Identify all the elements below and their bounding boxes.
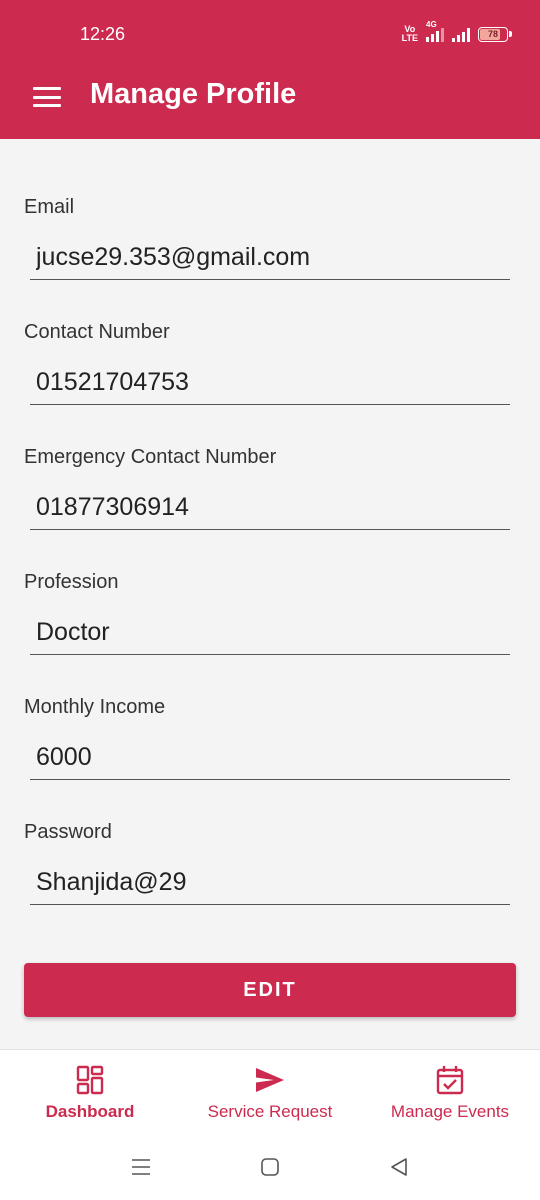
email-label: Email bbox=[24, 196, 75, 218]
contact-number-label: Contact Number bbox=[24, 321, 170, 343]
password-label: Password bbox=[24, 821, 112, 843]
contact-number-field[interactable] bbox=[30, 361, 510, 405]
calendar-check-icon bbox=[436, 1066, 464, 1095]
battery-icon: 78 bbox=[478, 26, 512, 42]
monthly-income-field[interactable] bbox=[30, 736, 510, 780]
email-field[interactable] bbox=[30, 236, 510, 280]
status-icons: Vo LTE 4G 78 bbox=[401, 20, 512, 44]
monthly-income-label: Monthly Income bbox=[24, 696, 166, 718]
signal-icon bbox=[452, 26, 470, 42]
nav-label-manage-events: Manage Events bbox=[390, 1102, 510, 1121]
profession-label: Profession bbox=[24, 571, 119, 593]
volte-icon: Vo LTE bbox=[401, 24, 418, 43]
page-title: Manage Profile bbox=[90, 78, 297, 110]
status-time: 12:26 bbox=[80, 24, 126, 44]
nav-label-service-request: Service Request bbox=[207, 1102, 333, 1121]
nav-item-dashboard[interactable]: Dashboard bbox=[0, 1050, 180, 1141]
signal-4g-icon: 4G bbox=[426, 20, 444, 42]
profession-field[interactable] bbox=[30, 611, 510, 655]
back-icon[interactable] bbox=[389, 1157, 409, 1177]
dashboard-icon bbox=[76, 1065, 104, 1095]
battery-level: 78 bbox=[487, 28, 498, 39]
emergency-contact-label: Emergency Contact Number bbox=[24, 446, 277, 468]
network-type: 4G bbox=[426, 20, 437, 29]
emergency-contact-field[interactable] bbox=[30, 486, 510, 530]
nav-item-service-request[interactable]: Service Request bbox=[180, 1050, 360, 1141]
status-bar: 12:26 Vo LTE 4G 78 bbox=[0, 0, 540, 70]
bottom-navigation: Dashboard Service Request Manage Events bbox=[0, 1049, 540, 1141]
menu-icon[interactable] bbox=[30, 84, 64, 110]
nav-label-dashboard: Dashboard bbox=[45, 1102, 135, 1121]
recents-icon[interactable] bbox=[131, 1157, 151, 1177]
send-icon bbox=[256, 1068, 284, 1092]
nav-item-manage-events[interactable]: Manage Events bbox=[360, 1050, 540, 1141]
app-bar: 12:26 Vo LTE 4G 78 Manage Profile bbox=[0, 0, 540, 139]
system-navigation-bar bbox=[0, 1141, 540, 1200]
home-icon[interactable] bbox=[260, 1157, 280, 1177]
edit-button[interactable]: EDIT bbox=[24, 963, 516, 1017]
password-field[interactable] bbox=[30, 861, 510, 905]
